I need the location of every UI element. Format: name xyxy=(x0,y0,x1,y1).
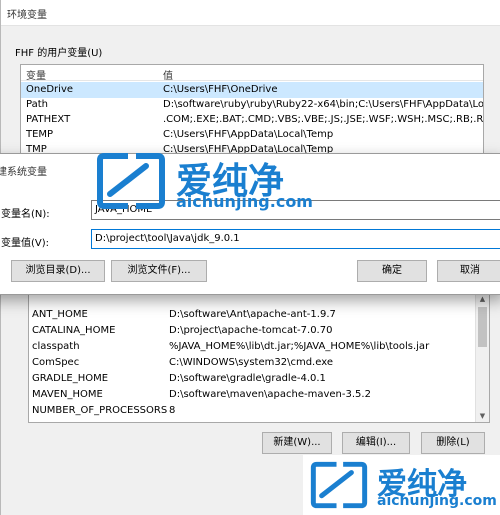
var-value: D:\project\apache-tomcat-7.0.70 xyxy=(169,325,333,336)
system-var-row[interactable]: NUMBER_OF_PROCESSORS 8 xyxy=(29,403,489,419)
edit-system-var-button[interactable]: 编辑(I)... xyxy=(342,432,410,454)
var-name: classpath xyxy=(32,341,80,352)
user-var-row[interactable]: Path D:\software\ruby\ruby\Ruby22-x64\bi… xyxy=(21,97,483,113)
system-list-scrollbar[interactable]: ▲ ▼ xyxy=(475,293,489,422)
title-bar: 环境变量 xyxy=(1,0,500,26)
watermark-bottom: 爱纯净 aichunjing.com xyxy=(303,455,500,515)
var-name: Path xyxy=(26,99,48,110)
ok-button[interactable]: 确定 xyxy=(357,260,427,282)
system-var-row[interactable]: ComSpec C:\WINDOWS\system32\cmd.exe xyxy=(29,355,489,371)
variable-name-label: 变量名(N): xyxy=(1,209,50,220)
scroll-down-icon[interactable]: ▼ xyxy=(476,410,489,422)
watermark-top: 爱纯净 aichunjing.com xyxy=(96,150,326,214)
var-name: MAVEN_HOME xyxy=(32,389,103,400)
user-var-row[interactable]: OneDrive C:\Users\FHF\OneDrive xyxy=(21,82,483,98)
brand-url: aichunjing.com xyxy=(377,493,497,509)
system-var-row[interactable]: GRADLE_HOME D:\software\gradle\gradle-4.… xyxy=(29,371,489,387)
var-name: ANT_HOME xyxy=(32,309,88,320)
list-header: 变量 值 xyxy=(21,65,483,82)
var-name: GRADLE_HOME xyxy=(32,373,109,384)
var-value: D:\software\Ant\apache-ant-1.9.7 xyxy=(169,309,336,320)
system-var-row[interactable]: ANT_HOME D:\software\Ant\apache-ant-1.9.… xyxy=(29,307,489,323)
var-name: NUMBER_OF_PROCESSORS xyxy=(32,405,168,416)
user-var-row[interactable]: PATHEXT .COM;.EXE;.BAT;.CMD;.VBS;.VBE;.J… xyxy=(21,112,483,128)
column-header-variable[interactable]: 变量 xyxy=(26,67,46,82)
var-name: PATHEXT xyxy=(26,114,71,125)
var-value: D:\software\maven\apache-maven-3.5.2 xyxy=(169,389,371,400)
brand-url: aichunjing.com xyxy=(176,192,313,211)
brand-logo-icon xyxy=(310,461,368,509)
browse-directory-button[interactable]: 浏览目录(D)... xyxy=(11,260,105,282)
variable-value-label: 变量值(V): xyxy=(1,238,50,249)
var-value: C:\WINDOWS\system32\cmd.exe xyxy=(169,357,333,368)
cancel-button[interactable]: 取消 xyxy=(437,260,500,282)
window-title: 环境变量 xyxy=(7,10,47,21)
column-header-value[interactable]: 值 xyxy=(163,67,173,82)
var-value: C:\Users\FHF\OneDrive xyxy=(163,84,278,95)
var-name: CATALINA_HOME xyxy=(32,325,116,336)
variable-value-input[interactable]: D:\project\tool\Java\jdk_9.0.1 xyxy=(91,229,500,249)
var-name: TEMP xyxy=(26,129,54,140)
user-variables-label: FHF 的用户变量(U) xyxy=(15,48,103,59)
scrollbar-thumb[interactable] xyxy=(478,307,487,347)
var-name: ComSpec xyxy=(32,357,80,368)
user-var-row[interactable]: TEMP C:\Users\FHF\AppData\Local\Temp xyxy=(21,127,483,143)
var-name: OneDrive xyxy=(26,84,74,95)
system-var-row[interactable]: MAVEN_HOME D:\software\maven\apache-mave… xyxy=(29,387,489,403)
system-var-row[interactable]: CATALINA_HOME D:\project\apache-tomcat-7… xyxy=(29,323,489,339)
var-value: D:\software\ruby\ruby\Ruby22-x64\bin;C:\… xyxy=(163,99,484,110)
user-variables-list[interactable]: 变量 值 OneDrive C:\Users\FHF\OneDrive Path… xyxy=(20,64,484,160)
dialog-title: 建系统变量 xyxy=(0,167,47,178)
browse-file-button[interactable]: 浏览文件(F)... xyxy=(111,260,207,282)
system-var-row[interactable]: classpath %JAVA_HOME%\lib\dt.jar;%JAVA_H… xyxy=(29,339,489,355)
var-value: %JAVA_HOME%\lib\dt.jar;%JAVA_HOME%\lib\t… xyxy=(169,341,430,352)
delete-system-var-button[interactable]: 删除(L) xyxy=(421,432,485,454)
brand-logo-icon xyxy=(97,153,165,209)
var-value: C:\Users\FHF\AppData\Local\Temp xyxy=(163,129,334,140)
var-value: 8 xyxy=(169,405,176,416)
var-value: D:\software\gradle\gradle-4.0.1 xyxy=(169,373,326,384)
system-variables-list[interactable]: ANT_HOME D:\software\Ant\apache-ant-1.9.… xyxy=(28,292,490,423)
var-value: .COM;.EXE;.BAT;.CMD;.VBS;.VBE;.JS;.JSE;.… xyxy=(163,114,484,125)
new-system-var-button[interactable]: 新建(W)... xyxy=(262,432,332,454)
